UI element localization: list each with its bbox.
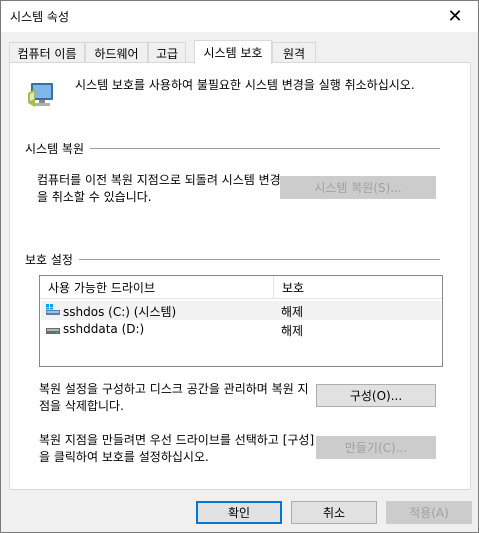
drive-protection-status: 해제 [281,305,304,319]
protection-group-line [25,259,440,260]
cancel-button[interactable]: 취소 [291,501,377,524]
close-icon[interactable]: ✕ [432,1,478,32]
system-restore-button[interactable]: 시스템 복원(S)... [280,176,436,199]
tab-computer-name[interactable]: 컴퓨터 이름 [9,42,85,63]
ok-button[interactable]: 확인 [196,501,282,524]
column-protection[interactable]: 보호 [274,276,442,299]
tab-advanced[interactable]: 고급 [148,42,186,63]
column-available-drives[interactable]: 사용 가능한 드라이브 [40,276,274,299]
apply-button[interactable]: 적용(A) [386,501,472,524]
drive-icon [46,328,60,334]
restore-description: 컴퓨터를 이전 복원 지점으로 되돌려 시스템 변경을 취소할 수 있습니다. [37,173,281,204]
drive-row-c[interactable]: sshdos (C:) (시스템) 해제 [41,301,441,320]
protection-group-title: 보호 설정 [25,251,79,268]
system-properties-dialog: 시스템 속성 ✕ 컴퓨터 이름 하드웨어 고급 시스템 보호 원격 시스템 보호… [0,0,479,533]
title-bar: 시스템 속성 ✕ [1,1,478,32]
intro-text: 시스템 보호를 사용하여 불필요한 시스템 변경을 실행 취소하십시오. [75,78,415,92]
tab-hardware[interactable]: 하드웨어 [85,42,148,63]
system-drive-icon [46,304,60,315]
configure-button[interactable]: 구성(O)... [316,384,436,407]
system-protection-icon [28,83,53,107]
tab-strip: 컴퓨터 이름 하드웨어 고급 시스템 보호 원격 [9,40,471,64]
create-description: 복원 지점을 만들려면 우선 드라이브를 선택하고 [구성]을 클릭하여 보호를… [39,433,315,464]
tab-remote[interactable]: 원격 [272,42,316,63]
tab-system-protection[interactable]: 시스템 보호 [194,40,272,64]
window-title: 시스템 속성 [10,10,70,24]
configure-description: 복원 설정을 구성하고 디스크 공간을 관리하며 복원 지점을 삭제합니다. [39,382,309,413]
system-protection-panel: 시스템 보호를 사용하여 불필요한 시스템 변경을 실행 취소하십시오. 시스템… [9,62,471,490]
drive-protection-status: 해제 [281,324,304,338]
drive-list-header: 사용 가능한 드라이브 보호 [40,276,442,299]
drive-row-d[interactable]: sshddata (D:) 해제 [41,320,441,339]
restore-group-title: 시스템 복원 [25,140,91,157]
dialog-footer: 확인 취소 적용(A) [1,490,478,532]
create-button[interactable]: 만들기(C)... [316,436,436,459]
drive-name: sshdos (C:) (시스템) [63,305,177,319]
drive-list[interactable]: 사용 가능한 드라이브 보호 sshdos (C:) (시스템) 해제 sshd… [39,275,443,367]
drive-name: sshddata (D:) [63,322,145,336]
